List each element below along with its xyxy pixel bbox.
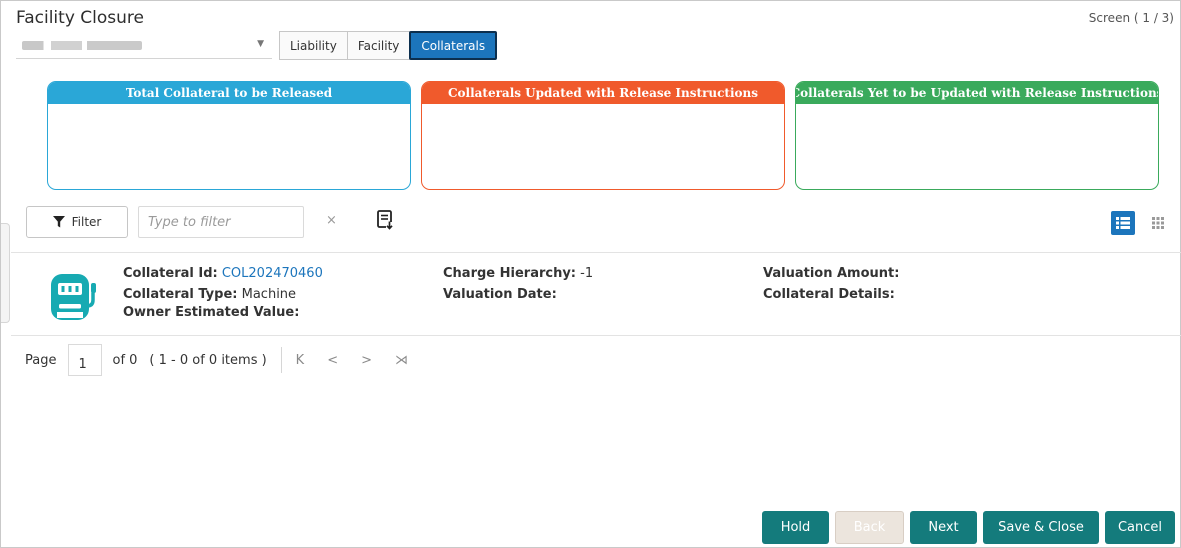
app-frame: Facility Closure Screen ( 1 / 3) ▼ Liabi… xyxy=(0,0,1181,548)
collateral-type-value: Machine xyxy=(241,287,297,302)
owner-estimated-value-field: Owner Estimated Value: xyxy=(123,305,299,320)
valuation-date-field: Valuation Date: xyxy=(443,287,557,302)
back-button[interactable]: Back xyxy=(835,511,904,544)
clear-filter-icon[interactable]: × xyxy=(326,213,337,228)
collateral-type-field: Collateral Type: Machine xyxy=(123,287,296,302)
tab-bar: Liability Facility Collaterals xyxy=(279,31,498,60)
tab-collaterals[interactable]: Collaterals xyxy=(409,31,498,60)
grid-view-icon[interactable] xyxy=(1146,211,1170,235)
chevron-down-icon[interactable]: ▼ xyxy=(257,39,264,49)
divider xyxy=(11,335,1181,336)
page-title: Facility Closure xyxy=(16,8,144,28)
divider xyxy=(11,252,1181,253)
card-collaterals-yet-to-be-updated: Collaterals Yet to be Updated with Relea… xyxy=(795,81,1159,190)
valuation-amount-label: Valuation Amount: xyxy=(763,266,900,281)
page-number-input[interactable] xyxy=(68,344,103,376)
side-drawer-handle[interactable] xyxy=(1,223,10,323)
collateral-id-label: Collateral Id: xyxy=(123,266,218,281)
collateral-id-field: Collateral Id: COL202470460 xyxy=(123,266,323,281)
charge-hierarchy-field: Charge Hierarchy: -1 xyxy=(443,266,593,281)
list-view-icon[interactable] xyxy=(1111,211,1135,235)
page-label: Page xyxy=(25,352,57,368)
account-select-value xyxy=(22,40,142,50)
pagination: Page of 0 ( 1 - 0 of 0 items ) K < > ⋊ xyxy=(25,344,431,376)
save-and-close-button[interactable]: Save & Close xyxy=(983,511,1099,544)
hold-button[interactable]: Hold xyxy=(762,511,829,544)
tab-facility[interactable]: Facility xyxy=(346,31,411,60)
owner-estimated-value-label: Owner Estimated Value: xyxy=(123,305,300,320)
valuation-amount-field: Valuation Amount: xyxy=(763,266,899,281)
card-title: Collaterals Yet to be Updated with Relea… xyxy=(796,82,1158,104)
account-select[interactable]: ▼ xyxy=(16,32,272,59)
card-title: Total Collateral to be Released xyxy=(48,82,410,104)
card-collaterals-updated: Collaterals Updated with Release Instruc… xyxy=(421,81,785,190)
filter-icon xyxy=(52,216,65,228)
last-page-icon[interactable]: ⋊ xyxy=(395,353,408,368)
pager-divider xyxy=(280,347,282,373)
filter-button-label: Filter xyxy=(71,215,102,229)
next-page-icon[interactable]: > xyxy=(361,353,372,368)
screen-indicator: Screen ( 1 / 3) xyxy=(1088,11,1174,25)
filter-input[interactable] xyxy=(138,206,304,238)
next-button[interactable]: Next xyxy=(910,511,977,544)
charge-hierarchy-label: Charge Hierarchy: xyxy=(443,266,577,281)
collateral-details-field: Collateral Details: xyxy=(763,287,895,302)
tab-liability[interactable]: Liability xyxy=(279,31,348,60)
page-count: of 0 xyxy=(112,352,138,368)
filter-button[interactable]: Filter xyxy=(26,206,128,238)
card-total-collateral-to-be-released: Total Collateral to be Released xyxy=(47,81,411,190)
valuation-date-label: Valuation Date: xyxy=(443,287,557,302)
previous-page-icon[interactable]: < xyxy=(327,353,338,368)
items-summary: ( 1 - 0 of 0 items ) xyxy=(149,352,267,368)
first-page-icon[interactable]: K xyxy=(296,353,305,368)
cancel-button[interactable]: Cancel xyxy=(1105,511,1175,544)
collateral-details-label: Collateral Details: xyxy=(763,287,895,302)
machine-icon xyxy=(51,274,96,320)
collateral-id-link[interactable]: COL202470460 xyxy=(222,266,323,281)
card-title: Collaterals Updated with Release Instruc… xyxy=(422,82,784,104)
export-icon[interactable] xyxy=(376,209,394,231)
charge-hierarchy-value: -1 xyxy=(580,266,594,281)
collateral-type-label: Collateral Type: xyxy=(123,287,238,302)
